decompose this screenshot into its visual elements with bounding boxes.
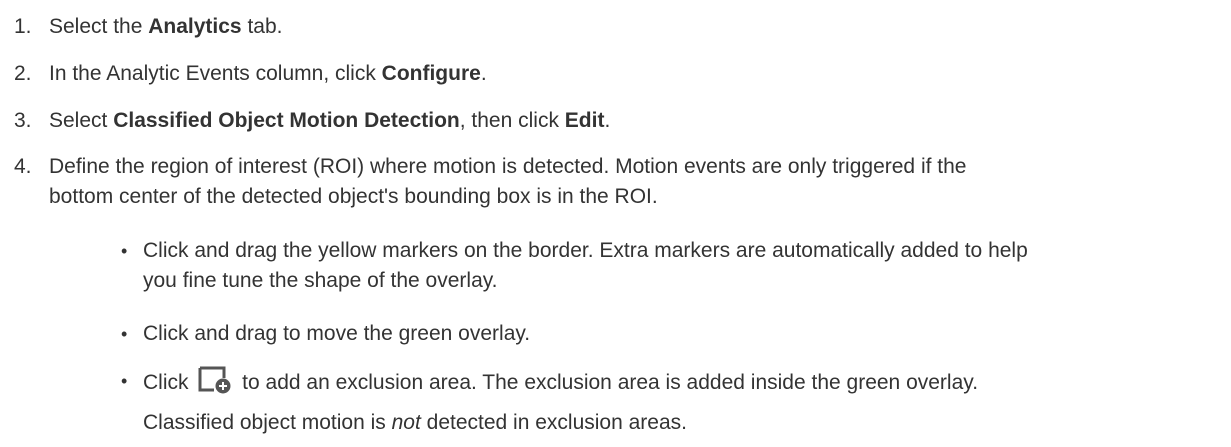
bullet-note: Classified object motion is not detected… (143, 408, 1223, 438)
add-exclusion-area-icon (198, 366, 232, 394)
step-text-pre: Select the (49, 15, 149, 38)
bullet-text: Click and drag the yellow markers on the… (143, 236, 1223, 296)
bullet-text-line-1: Click and drag the yellow markers on the… (143, 239, 1028, 262)
note-emphasis: not (391, 411, 421, 434)
step-text-line-1: Define the region of interest (ROI) wher… (49, 155, 967, 178)
step-text: Select the Analytics tab. (49, 12, 1219, 42)
bullet-text-line-2: you fine tune the shape of the overlay. (143, 269, 498, 292)
bullet-text: Click and drag to move the green overlay… (143, 322, 531, 345)
bullet-text: Click to add an exclusion area. The excl… (143, 366, 1223, 438)
step-text: In the Analytic Events column, click Con… (49, 59, 1219, 89)
step-text-post: . (480, 62, 487, 85)
bullet-text-post: to add an exclusion area. The exclusion … (236, 371, 979, 394)
step-text-line-2: bottom center of the detected object's b… (49, 185, 658, 208)
ui-term-analytics: Analytics (148, 15, 242, 38)
step-text: Define the region of interest (ROI) wher… (49, 152, 1219, 212)
bullet-dot: • (121, 324, 128, 344)
ui-term-classified-object-motion-detection: Classified Object Motion Detection (113, 109, 460, 132)
step-text: Select Classified Object Motion Detectio… (49, 106, 1219, 136)
instructions-document: 1. Select the Analytics tab. 2. In the A… (0, 0, 1231, 447)
note-post: detected in exclusion areas. (420, 411, 687, 434)
step-text-post: . (604, 109, 611, 132)
step-number: 3. (14, 109, 32, 132)
step-number: 2. (14, 62, 32, 85)
note-pre: Classified object motion is (143, 411, 392, 434)
bullet-dot: • (121, 241, 128, 261)
step-number: 1. (14, 15, 32, 38)
step-number: 4. (14, 155, 32, 178)
step-text-pre: In the Analytic Events column, click (49, 62, 382, 85)
bullet-text-pre: Click (143, 371, 195, 394)
step-text-pre: Select (49, 109, 114, 132)
ui-term-edit: Edit (564, 109, 605, 132)
ui-term-configure: Configure (381, 62, 481, 85)
bullet-dot: • (121, 371, 128, 391)
step-text-post: tab. (241, 15, 283, 38)
step-text-mid: , then click (459, 109, 565, 132)
bullet-text-line-1: Click to add an exclusion area. The excl… (143, 366, 1223, 398)
